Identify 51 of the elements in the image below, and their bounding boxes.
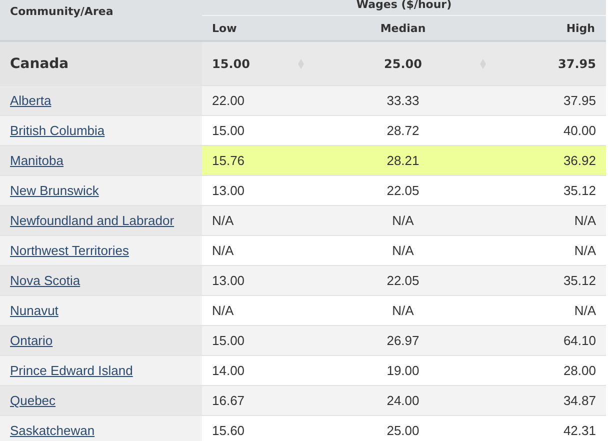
area-link[interactable]: Alberta bbox=[10, 93, 52, 108]
table-cell: N/A bbox=[212, 213, 234, 228]
table-cell: 64.10 bbox=[563, 333, 596, 348]
table-cell: 14.00 bbox=[212, 363, 245, 378]
table-cell: N/A bbox=[392, 213, 414, 228]
table-cell: 15.76 bbox=[212, 153, 245, 168]
area-link[interactable]: Nunavut bbox=[10, 303, 58, 318]
table-cell: 40.00 bbox=[563, 123, 596, 138]
column-header: Median bbox=[336, 16, 470, 42]
table-cell: 34.87 bbox=[563, 393, 596, 408]
table-cell: N/A bbox=[574, 243, 596, 258]
table-cell: 25.00 bbox=[386, 423, 420, 438]
table-cell: 37.95 bbox=[563, 93, 596, 108]
table-cell: N/A bbox=[212, 243, 234, 258]
table-cell: 22.00 bbox=[212, 93, 245, 108]
table-cell: 33.33 bbox=[386, 93, 420, 108]
table-cell: 28.21 bbox=[386, 153, 420, 168]
table-cell: N/A bbox=[212, 303, 234, 318]
table-cell: 13.00 bbox=[212, 273, 245, 288]
column-group-header: Wages ($/hour) bbox=[202, 0, 606, 16]
table-cell: N/A bbox=[574, 213, 596, 228]
table-cell: 35.12 bbox=[563, 273, 596, 288]
table-cell: 28.00 bbox=[563, 363, 596, 378]
table-cell: 36.92 bbox=[563, 153, 596, 168]
table-cell: 15.00 bbox=[212, 333, 245, 348]
area-link[interactable]: Quebec bbox=[10, 393, 56, 408]
column-header: High bbox=[470, 16, 606, 42]
table-cell: 15.00 bbox=[212, 56, 250, 70]
table-cell: N/A bbox=[392, 303, 414, 318]
table-cell: 28.72 bbox=[386, 123, 420, 138]
area-link[interactable]: Manitoba bbox=[10, 153, 64, 168]
table-cell: 22.05 bbox=[386, 273, 420, 288]
column-header: Community/Area bbox=[0, 0, 202, 42]
table-cell: 35.12 bbox=[563, 183, 596, 198]
table-cell: 26.97 bbox=[386, 333, 420, 348]
table-cell: 19.00 bbox=[386, 363, 420, 378]
table-cell: 24.00 bbox=[386, 393, 420, 408]
table-cell: 22.05 bbox=[386, 183, 420, 198]
table-cell: 37.95 bbox=[558, 56, 596, 70]
area-link[interactable]: Nova Scotia bbox=[10, 273, 80, 288]
column-header: Low bbox=[202, 16, 336, 42]
table-cell: 25.00 bbox=[384, 56, 422, 70]
table-cell: Canada bbox=[0, 42, 202, 86]
table-cell: 15.00 bbox=[212, 123, 245, 138]
table-cell: N/A bbox=[392, 243, 414, 258]
table-cell: 13.00 bbox=[212, 183, 245, 198]
area-link[interactable]: Ontario bbox=[10, 333, 53, 348]
table-cell: 42.31 bbox=[563, 423, 596, 438]
table-cell: 15.60 bbox=[212, 423, 245, 438]
table-cell: 16.67 bbox=[212, 393, 245, 408]
table-cell: N/A bbox=[574, 303, 596, 318]
